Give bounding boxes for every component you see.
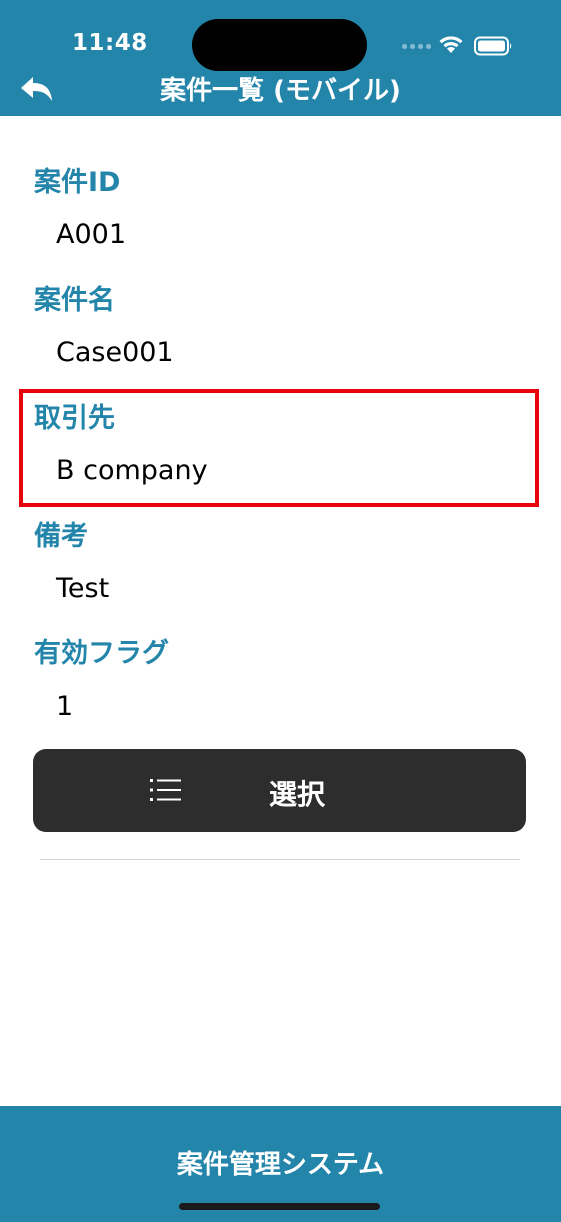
nav-header: 11:48 案件一覧 (モバイル) xyxy=(0,0,561,116)
page-title: 案件一覧 (モバイル) xyxy=(160,76,401,106)
field-label-active-flag: 有効フラグ xyxy=(34,638,169,669)
cellular-signal-icon xyxy=(402,44,431,49)
list-icon xyxy=(150,779,181,801)
footer-bar: 案件管理システム xyxy=(0,1106,561,1222)
field-value-case-name: Case001 xyxy=(56,337,174,368)
field-value-active-flag: 1 xyxy=(56,691,74,722)
field-label-case-id: 案件ID xyxy=(34,167,121,198)
status-time: 11:48 xyxy=(72,30,148,56)
wifi-icon xyxy=(439,36,463,53)
select-button[interactable]: 選択 xyxy=(33,749,526,832)
dynamic-island xyxy=(192,19,367,71)
select-button-label: 選択 xyxy=(269,778,326,811)
field-value-case-id: A001 xyxy=(56,219,127,250)
footer-title: 案件管理システム xyxy=(176,1150,385,1180)
field-label-case-name: 案件名 xyxy=(34,285,115,316)
battery-icon xyxy=(474,36,512,56)
field-value-client: B company xyxy=(56,455,208,486)
field-value-notes: Test xyxy=(56,573,110,604)
divider xyxy=(40,859,520,860)
field-label-client: 取引先 xyxy=(34,403,115,434)
field-label-notes: 備考 xyxy=(34,521,88,552)
home-indicator[interactable] xyxy=(179,1203,380,1210)
